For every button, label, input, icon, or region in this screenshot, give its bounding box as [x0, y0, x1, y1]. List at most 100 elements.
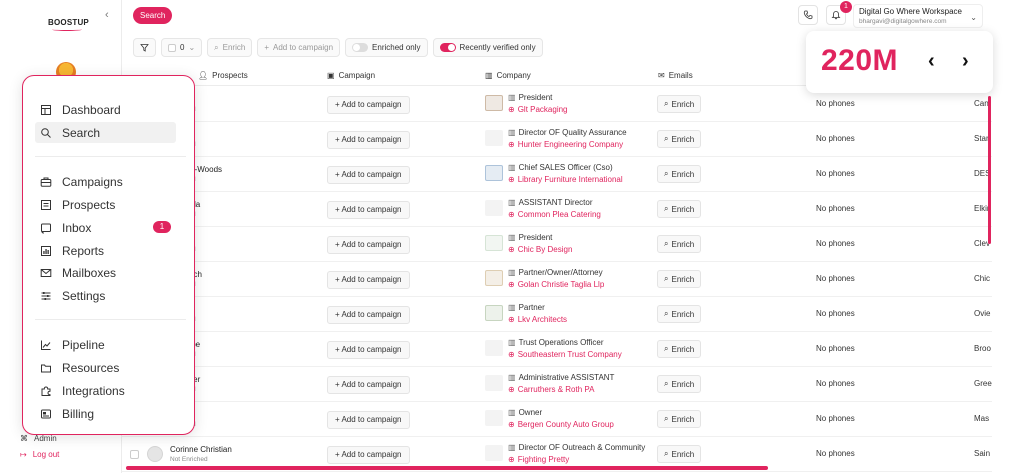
add-to-campaign-button[interactable]: + Add to campaign: [327, 306, 410, 324]
enrich-button[interactable]: ⌕ Enrich: [657, 235, 702, 253]
logout-link[interactable]: ↦ Log out: [20, 450, 59, 459]
building-icon: ▥: [508, 128, 516, 137]
company-logo: [485, 200, 503, 216]
add-to-campaign-button[interactable]: + Add to campaign: [327, 376, 410, 394]
prev-page-button[interactable]: ‹: [928, 50, 935, 73]
table-row[interactable]: RainesEnriched+ Add to campaign▥Presiden…: [122, 227, 992, 262]
job-title: ▥ Administrative ASSISTANT: [508, 373, 615, 382]
company-link[interactable]: ⊕ Glt Packaging: [508, 105, 568, 114]
add-to-campaign-button[interactable]: + Add to campaign: [327, 166, 410, 184]
building-icon: ▥: [508, 163, 516, 172]
add-to-campaign-button[interactable]: + Add to campaign: [327, 96, 410, 114]
menu-item-campaigns[interactable]: Campaigns: [35, 171, 176, 192]
globe-icon: ⊕: [508, 350, 515, 359]
add-to-campaign-button[interactable]: + Add to campaign: [327, 201, 410, 219]
table-row[interactable]: nuzziEnriched+ Add to campaign▥Owner⊕Ber…: [122, 402, 992, 437]
company-link[interactable]: ⊕ Chic By Design: [508, 245, 572, 254]
chevron-down-icon: ⌄: [188, 43, 196, 52]
phones-value: No phones: [816, 449, 855, 458]
menu-item-pipeline[interactable]: Pipeline: [35, 334, 176, 355]
bell-icon: [831, 11, 841, 20]
bulk-add-campaign-button[interactable]: + Add to campaign: [257, 38, 341, 57]
company-link[interactable]: ⊕ Lkv Architects: [508, 315, 567, 324]
enrich-button[interactable]: ⌕ Enrich: [657, 445, 702, 463]
results-count: 220M: [821, 44, 899, 77]
menu-item-prospects[interactable]: Prospects: [35, 194, 176, 215]
add-to-campaign-button[interactable]: + Add to campaign: [327, 446, 410, 464]
menu-item-label: Settings: [62, 288, 106, 303]
prospect-name[interactable]: Corinne Christian: [170, 445, 232, 454]
vertical-scrollbar[interactable]: [988, 96, 991, 244]
phones-value: No phones: [816, 379, 855, 388]
column-prospects[interactable]: 👤︎ Prospects: [198, 71, 248, 80]
company-link[interactable]: ⊕ Bergen County Auto Group: [508, 420, 614, 429]
menu-item-mailboxes[interactable]: Mailboxes: [35, 262, 176, 283]
collapse-sidebar-icon[interactable]: ‹: [105, 9, 109, 21]
company-link[interactable]: ⊕ Library Furniture International: [508, 175, 623, 184]
enrich-button[interactable]: ⌕ Enrich: [657, 200, 702, 218]
next-page-button[interactable]: ›: [962, 50, 969, 73]
table-row[interactable]: RotundaEnriched+ Add to campaign▥ASSISTA…: [122, 192, 992, 227]
admin-link[interactable]: ⌘ Admin: [20, 434, 57, 443]
table-row[interactable]: y TempeEnriched+ Add to campaign▥Trust O…: [122, 332, 992, 367]
add-to-campaign-button[interactable]: + Add to campaign: [327, 236, 410, 254]
row-checkbox[interactable]: [130, 450, 139, 459]
table-row[interactable]: arrEnriched+ Add to campaign▥Director OF…: [122, 122, 992, 157]
company-link[interactable]: ⊕ Hunter Engineering Company: [508, 140, 623, 149]
select-all-checkbox[interactable]: [168, 43, 176, 52]
table-row[interactable]: Walker-WoodsEnriched+ Add to campaign▥Ch…: [122, 157, 992, 192]
enrich-button[interactable]: ⌕ Enrich: [657, 270, 702, 288]
table-row[interactable]: OckerEnriched+ Add to campaign▥Partner⊕L…: [122, 297, 992, 332]
enrich-button[interactable]: ⌕ Enrich: [657, 340, 702, 358]
column-company[interactable]: ▥ Company: [485, 71, 531, 80]
add-to-campaign-button[interactable]: + Add to campaign: [327, 341, 410, 359]
filter-button[interactable]: [133, 38, 156, 57]
search-icon: ⌕: [664, 134, 669, 143]
column-campaign[interactable]: ▣ Campaign: [327, 71, 375, 80]
company-link[interactable]: ⊕ Fighting Pretty: [508, 455, 569, 464]
add-to-campaign-button[interactable]: + Add to campaign: [327, 271, 410, 289]
company-link[interactable]: ⊕ Carruthers & Roth PA: [508, 385, 594, 394]
company-link[interactable]: ⊕ Golan Christie Taglia Llp: [508, 280, 604, 289]
enrich-button[interactable]: ⌕ Enrich: [657, 95, 702, 113]
enrich-button[interactable]: ⌕ Enrich: [657, 130, 702, 148]
company-link[interactable]: ⊕ Common Plea Catering: [508, 210, 601, 219]
job-title: ▥ Trust Operations Officer: [508, 338, 604, 347]
workspace-selector[interactable]: Digital Go Where Workspace bhargavi@digi…: [853, 4, 983, 28]
menu-item-settings[interactable]: Settings: [35, 285, 176, 306]
menu-item-dashboard[interactable]: Dashboard: [35, 99, 176, 120]
selection-count[interactable]: 0 ⌄: [161, 38, 203, 57]
menu-item-integrations[interactable]: Integrations: [35, 380, 176, 401]
horizontal-scrollbar[interactable]: [126, 466, 768, 470]
phones-value: No phones: [816, 274, 855, 283]
chevron-down-icon: ⌄: [970, 13, 977, 22]
enriched-only-toggle[interactable]: Enriched only: [345, 38, 428, 57]
toggle-switch[interactable]: [439, 43, 456, 52]
enrich-button[interactable]: ⌕ Enrich: [657, 410, 702, 428]
job-title: ▥ Director OF Quality Assurance: [508, 128, 627, 137]
briefcase-icon: ▣: [327, 71, 335, 80]
enrich-button[interactable]: ⌕ Enrich: [657, 305, 702, 323]
toggle-switch[interactable]: [352, 43, 369, 52]
table-row[interactable]: ret GischEnriched+ Add to campaign▥Partn…: [122, 262, 992, 297]
enrich-button[interactable]: ⌕ Enrich: [657, 165, 702, 183]
table-row[interactable]: e FearerEnriched+ Add to campaign▥Admini…: [122, 367, 992, 402]
phone-button[interactable]: [798, 5, 818, 25]
globe-icon: ⊕: [508, 105, 515, 114]
add-to-campaign-button[interactable]: + Add to campaign: [327, 131, 410, 149]
add-to-campaign-button[interactable]: + Add to campaign: [327, 411, 410, 429]
menu-item-search[interactable]: Search: [35, 122, 176, 143]
menu-item-inbox[interactable]: Inbox 1: [35, 217, 176, 238]
company-link[interactable]: ⊕ Southeastern Trust Company: [508, 350, 622, 359]
menu-item-billing[interactable]: Billing: [35, 403, 176, 424]
enrichment-status: Not Enriched: [170, 456, 208, 463]
menu-item-reports[interactable]: Reports: [35, 240, 176, 261]
folder-icon: [41, 364, 51, 372]
recently-verified-toggle[interactable]: Recently verified only: [432, 38, 543, 57]
location-value: Ovie: [974, 309, 991, 318]
building-icon: ▥: [508, 373, 516, 382]
menu-item-resources[interactable]: Resources: [35, 357, 176, 378]
bulk-enrich-button[interactable]: ⌕ Enrich: [207, 38, 253, 57]
enrich-button[interactable]: ⌕ Enrich: [657, 375, 702, 393]
column-emails[interactable]: ✉ Emails: [658, 71, 693, 80]
